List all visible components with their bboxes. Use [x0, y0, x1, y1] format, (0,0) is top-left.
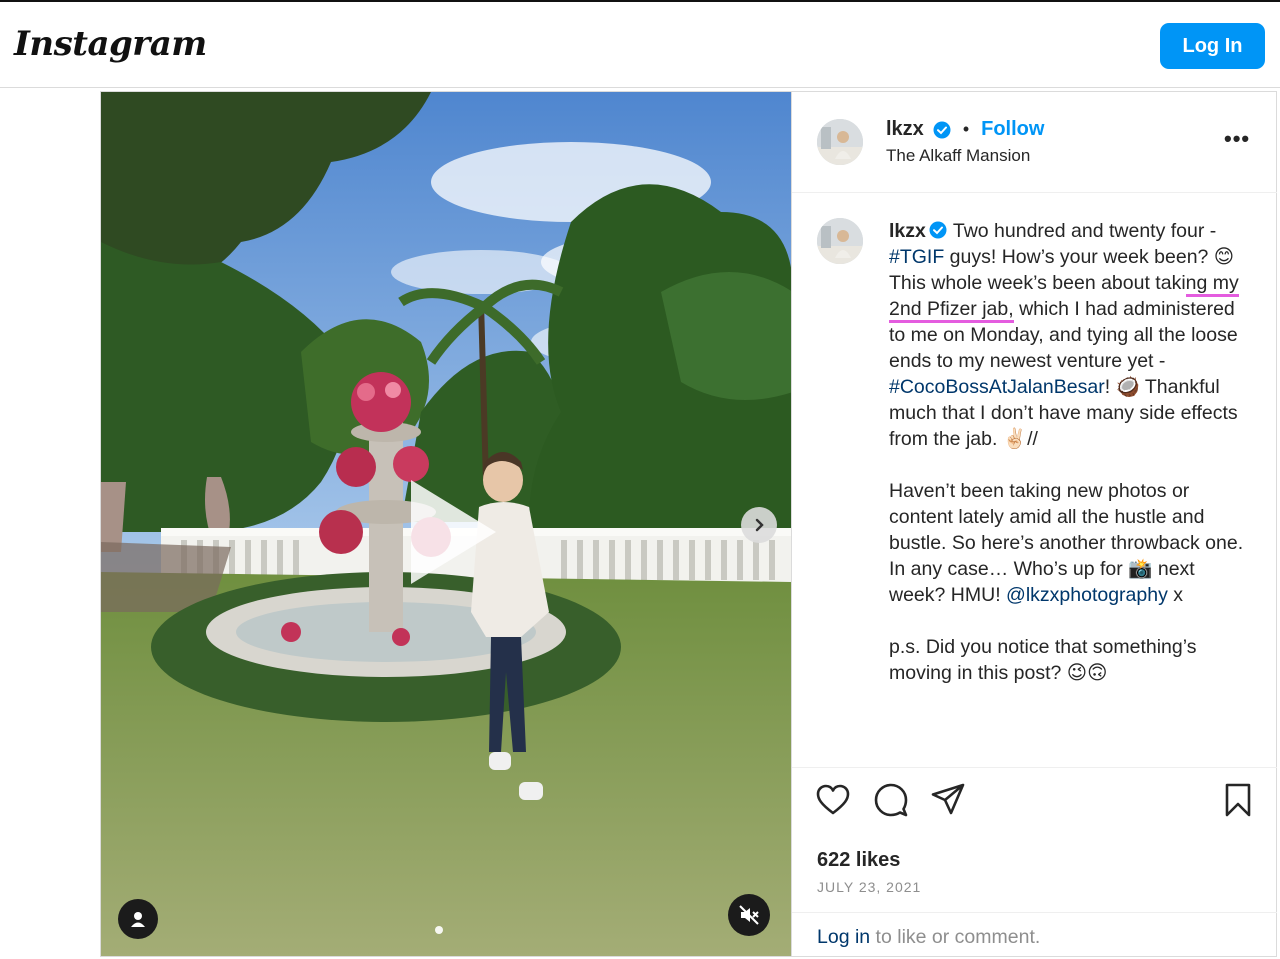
carousel-indicator-dot [435, 926, 443, 934]
login-button[interactable]: Log In [1160, 23, 1265, 69]
muted-speaker-icon [739, 905, 759, 925]
play-icon[interactable] [391, 472, 511, 592]
comment-icon[interactable] [873, 782, 909, 818]
caption-text: lkzx Two hundred and twenty four - #TGIF … [889, 218, 1249, 686]
share-icon[interactable] [930, 782, 966, 818]
next-media-button[interactable] [741, 507, 777, 543]
caption-section: lkzx Two hundred and twenty four - #TGIF … [792, 194, 1277, 768]
caption-username[interactable]: lkzx [889, 220, 926, 242]
separator-dot: • [962, 119, 970, 139]
caption-avatar[interactable] [817, 218, 863, 264]
bookmark-icon[interactable] [1220, 782, 1256, 818]
post-details-panel: lkzx • Follow The Alkaff Mansion ••• lkz… [792, 91, 1277, 957]
avatar-image [817, 218, 863, 264]
top-bar: Instagram Log In [0, 2, 1280, 88]
more-options-button[interactable]: ••• [1224, 126, 1250, 152]
user-tag-icon [131, 912, 145, 927]
username[interactable]: lkzx [886, 118, 924, 141]
caption-text-segment: Two hundred and twenty four - [952, 220, 1217, 242]
avatar-image [817, 119, 863, 165]
mute-toggle-button[interactable] [728, 894, 770, 936]
comment-prompt-text: Log in to like or comment. [817, 926, 1040, 949]
likes-count[interactable]: 622 likes [817, 849, 900, 872]
comment-prompt: Log in to like or comment. [792, 912, 1277, 958]
follow-button[interactable]: Follow [981, 118, 1044, 141]
verified-badge-icon [929, 221, 947, 239]
tagged-users-button[interactable] [118, 899, 158, 939]
chevron-right-icon [755, 518, 764, 532]
instagram-logo[interactable]: Instagram [14, 24, 207, 64]
post-media[interactable] [100, 91, 792, 957]
caption-paragraph-2: Haven’t been taking new photos or conten… [889, 478, 1249, 608]
avatar[interactable] [817, 119, 863, 165]
header-username-row: lkzx • Follow [886, 118, 1044, 141]
hashtag-link[interactable]: #TGIF [889, 246, 944, 268]
caption-paragraph-3: p.s. Did you notice that something’s mov… [889, 636, 1197, 684]
login-link[interactable]: Log in [817, 926, 870, 948]
post-header: lkzx • Follow The Alkaff Mansion ••• [792, 92, 1277, 193]
post-date: JULY 23, 2021 [817, 879, 922, 895]
action-bar [792, 782, 1277, 832]
verified-badge-icon [933, 121, 951, 138]
hashtag-link[interactable]: #CocoBossAtJalanBesar [889, 376, 1105, 398]
caption-paragraph-1: lkzx Two hundred and twenty four - #TGIF … [889, 218, 1249, 452]
location-link[interactable]: The Alkaff Mansion [886, 146, 1030, 166]
mention-link[interactable]: @lkzxphotography [1006, 584, 1168, 606]
heart-icon[interactable] [815, 782, 851, 818]
comment-prompt-rest: to like or comment. [870, 926, 1041, 948]
caption-text-segment: x [1167, 584, 1184, 606]
